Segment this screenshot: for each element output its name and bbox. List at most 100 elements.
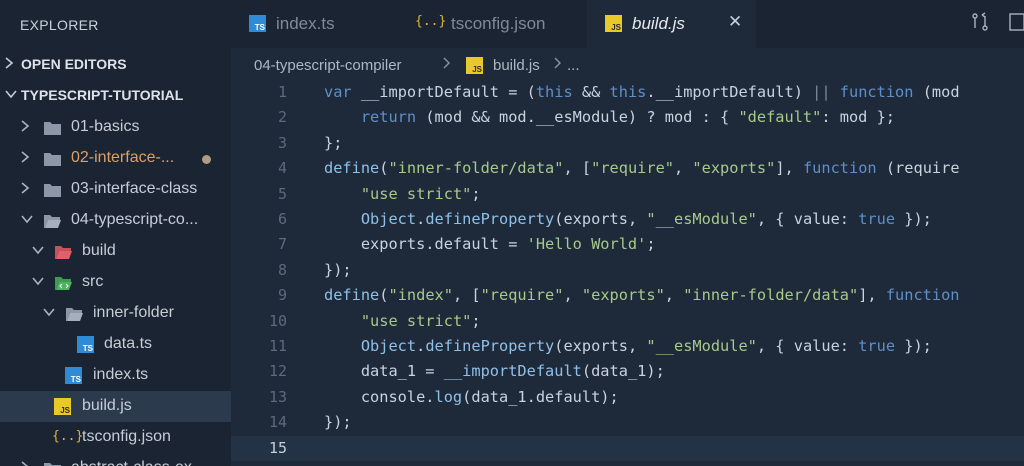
tree-item-label: inner-folder xyxy=(93,304,174,321)
json-file-icon: {..} xyxy=(52,429,84,444)
folder-icon xyxy=(43,461,61,466)
modified-dot-icon xyxy=(202,155,211,164)
folder-icon xyxy=(43,182,61,198)
line-number: 7 xyxy=(277,235,287,254)
code-line: 9 define("index", ["require", "exports",… xyxy=(231,283,1024,308)
line-number: 3 xyxy=(277,133,287,152)
code-line-current: 15 xyxy=(231,435,1024,461)
line-number: 14 xyxy=(268,413,287,432)
breadcrumb-folder[interactable]: 04-typescript-compiler xyxy=(254,57,402,74)
tab-index-ts[interactable]: TS index.ts xyxy=(231,0,393,48)
line-number: 6 xyxy=(277,210,287,228)
open-editors-label: OPEN EDITORS xyxy=(21,56,127,72)
project-section[interactable]: TYPESCRIPT-TUTORIAL xyxy=(0,80,231,110)
code-text: "use strict"; xyxy=(360,184,481,203)
code-text: define("inner-folder/data", ["require", … xyxy=(324,159,960,178)
src-folder-icon xyxy=(54,275,72,291)
code-line: 13 console.log(data_1.default); xyxy=(231,385,1024,410)
tab-label: build.js xyxy=(632,14,685,33)
tree-item-build[interactable]: build xyxy=(0,236,231,267)
breadcrumb-separator-icon xyxy=(442,56,451,74)
code-text: data_1 = __importDefault(data_1); xyxy=(324,362,665,381)
chevron-down-icon xyxy=(31,243,44,259)
code-text: return (mod && mod.__esModule) ? mod : {… xyxy=(360,108,896,127)
line-number: 5 xyxy=(277,184,287,203)
code-line: 7 exports.default = 'Hello World'; xyxy=(231,232,1024,257)
code-text: var __importDefault = (this && this.__im… xyxy=(324,83,960,101)
tree-item-label: 04-typescript-co... xyxy=(71,211,199,228)
chevron-right-icon xyxy=(20,119,32,135)
chevron-down-icon xyxy=(42,305,55,321)
code-text: exports.default = 'Hello World'; xyxy=(324,235,656,254)
tree-item-label: 02-interface-... xyxy=(71,149,175,166)
build-folder-icon xyxy=(54,244,72,260)
code-text: Object.defineProperty(exports, "__esModu… xyxy=(360,337,932,355)
code-line: 4 define("inner-folder/data", ["require"… xyxy=(231,156,1024,181)
line-number: 11 xyxy=(268,337,287,355)
tree-item-build-js[interactable]: JS build.js xyxy=(0,391,231,422)
line-number: 12 xyxy=(268,362,287,381)
typescript-file-icon: TS xyxy=(249,15,266,32)
javascript-file-icon: JS xyxy=(54,398,71,415)
line-number: 15 xyxy=(268,438,287,457)
javascript-file-icon: JS xyxy=(605,15,622,32)
code-text: Object.defineProperty(exports, "__esModu… xyxy=(360,210,932,228)
line-number: 10 xyxy=(268,311,287,330)
typescript-file-icon: TS xyxy=(77,336,94,353)
code-line: 3 }; xyxy=(231,131,1024,156)
tab-label: index.ts xyxy=(276,14,335,33)
breadcrumb-trail[interactable]: ... xyxy=(567,57,580,74)
folder-open-icon xyxy=(43,213,61,229)
code-editor[interactable]: 1 var __importDefault = (this && this.__… xyxy=(231,80,1024,466)
tree-item-label: 01-basics xyxy=(71,118,140,135)
breadcrumb-file[interactable]: build.js xyxy=(493,57,540,74)
tree-item-label: index.ts xyxy=(93,366,149,383)
javascript-file-icon: JS xyxy=(466,57,483,74)
split-editor-icon[interactable] xyxy=(1009,12,1024,37)
line-number: 2 xyxy=(277,108,287,127)
breadcrumb: 04-typescript-compiler JS build.js ... xyxy=(231,48,1024,80)
tree-item-03-interface-class[interactable]: 03-interface-class xyxy=(0,174,231,205)
chevron-right-icon xyxy=(4,56,16,72)
code-text: "use strict"; xyxy=(360,311,481,330)
tree-item-04-typescript-compiler[interactable]: 04-typescript-co... xyxy=(0,205,231,236)
tree-item-data-ts[interactable]: TS data.ts xyxy=(0,329,231,360)
tree-item-src[interactable]: src xyxy=(0,267,231,298)
compare-changes-icon[interactable] xyxy=(970,12,990,37)
tree-item-inner-folder[interactable]: inner-folder xyxy=(0,298,231,329)
code-line: 12 data_1 = __importDefault(data_1); xyxy=(231,359,1024,384)
tab-tsconfig-json[interactable]: {..} tsconfig.json xyxy=(393,0,587,48)
code-text: console.log(data_1.default); xyxy=(324,387,619,406)
close-icon[interactable]: ✕ xyxy=(728,12,742,32)
project-label: TYPESCRIPT-TUTORIAL xyxy=(21,87,184,103)
code-line: 14 }); xyxy=(231,410,1024,435)
tree-item-index-ts[interactable]: TS index.ts xyxy=(0,360,231,391)
code-line: 11 Object.defineProperty(exports, "__esM… xyxy=(231,334,1024,359)
tab-build-js[interactable]: JS build.js ✕ xyxy=(587,0,756,48)
tree-item-label: data.ts xyxy=(104,335,153,352)
typescript-file-icon: TS xyxy=(65,367,82,384)
chevron-down-icon xyxy=(31,274,44,290)
folder-icon xyxy=(43,151,61,167)
line-number: 8 xyxy=(277,260,287,279)
code-text: }; xyxy=(324,133,343,152)
tree-item-label: abstract-class-ex xyxy=(71,459,192,466)
editor-tab-bar: TS index.ts {..} tsconfig.json JS build.… xyxy=(231,0,1024,48)
open-editors-section[interactable]: OPEN EDITORS xyxy=(0,49,231,79)
vscode-window: EXPLORER OPEN EDITORS TYPESCRIPT-TUTORIA… xyxy=(0,0,1024,466)
tab-label: tsconfig.json xyxy=(451,14,546,33)
breadcrumb-separator-icon xyxy=(553,56,562,74)
code-line: 1 var __importDefault = (this && this.__… xyxy=(231,80,1024,105)
folder-open-icon xyxy=(65,306,83,322)
tree-item-abstract-class-ex[interactable]: abstract-class-ex xyxy=(0,453,231,466)
tree-item-label: 03-interface-class xyxy=(71,180,198,197)
tree-item-tsconfig-json[interactable]: {..} tsconfig.json xyxy=(0,422,231,453)
line-number: 4 xyxy=(277,159,287,178)
tree-item-label: build.js xyxy=(82,397,132,414)
tree-item-01-basics[interactable]: 01-basics xyxy=(0,112,231,143)
line-number: 9 xyxy=(277,286,287,305)
code-text: }); xyxy=(324,260,352,279)
tree-item-label: build xyxy=(82,242,116,259)
code-line: 8 }); xyxy=(231,258,1024,283)
tree-item-02-interface[interactable]: 02-interface-... xyxy=(0,143,231,174)
